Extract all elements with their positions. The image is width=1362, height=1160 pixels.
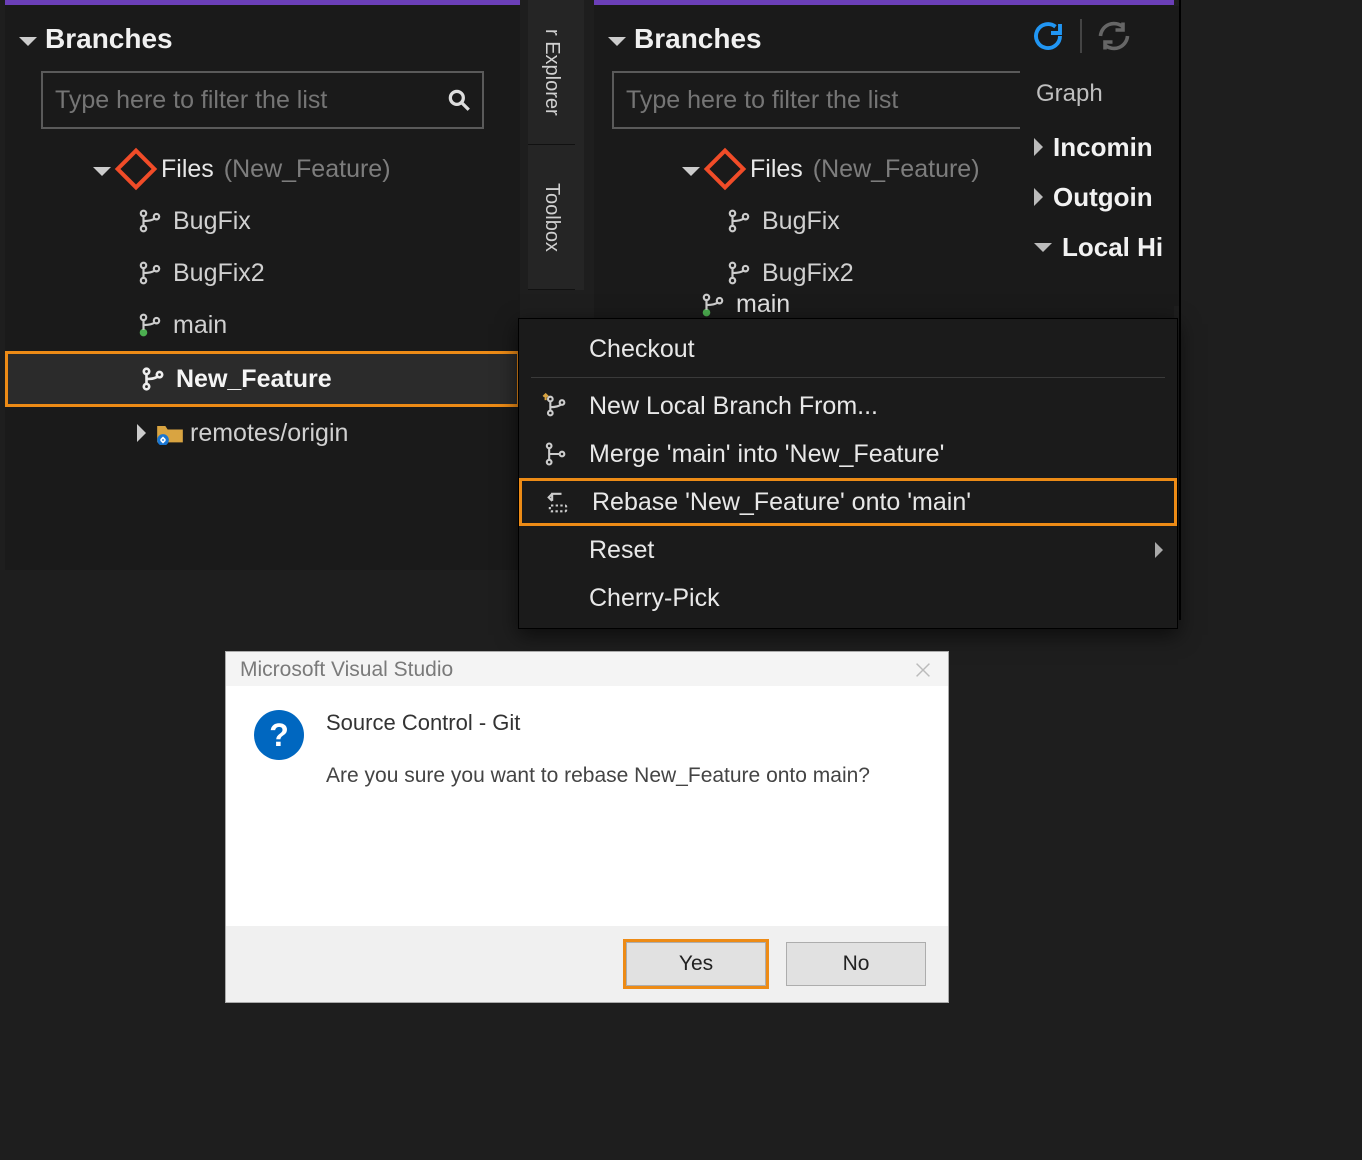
remotes-node[interactable]: remotes/origin bbox=[53, 407, 520, 459]
branches-header[interactable]: Branches bbox=[5, 5, 520, 65]
branch-label: main bbox=[173, 311, 227, 340]
repo-current-branch: (New_Feature) bbox=[813, 155, 980, 184]
branches-title: Branches bbox=[45, 23, 173, 55]
graph-label: Outgoin bbox=[1053, 182, 1153, 213]
branch-icon bbox=[726, 260, 752, 286]
branch-label: BugFix bbox=[173, 207, 251, 236]
branch-item-new-feature-selected[interactable]: New_Feature bbox=[5, 351, 520, 407]
expand-icon[interactable] bbox=[93, 167, 111, 176]
question-icon: ? bbox=[254, 710, 304, 760]
refresh-icon[interactable] bbox=[1030, 18, 1066, 54]
repo-node[interactable]: Files (New_Feature) bbox=[53, 143, 520, 195]
ctx-label: Merge 'main' into 'New_Feature' bbox=[589, 440, 944, 469]
graph-header: Graph bbox=[1034, 72, 1180, 122]
ctx-cherry-pick[interactable]: Cherry-Pick bbox=[519, 574, 1177, 622]
graph-label: Incomin bbox=[1053, 132, 1153, 163]
toolbar bbox=[1020, 6, 1180, 66]
branch-item-main[interactable]: main bbox=[53, 299, 520, 351]
remote-folder-icon bbox=[156, 421, 184, 445]
ctx-reset[interactable]: Reset bbox=[519, 526, 1177, 574]
filter-input[interactable] bbox=[53, 85, 446, 116]
merge-icon bbox=[541, 440, 569, 468]
branch-label: main bbox=[736, 290, 790, 319]
collapse-icon[interactable] bbox=[19, 37, 37, 46]
dialog-body: ? Source Control - Git Are you sure you … bbox=[226, 686, 948, 926]
graph-label: Local Hi bbox=[1062, 232, 1163, 263]
ctx-label: Reset bbox=[589, 536, 654, 565]
confirm-dialog: Microsoft Visual Studio ? Source Control… bbox=[226, 652, 948, 1002]
ctx-label: New Local Branch From... bbox=[589, 392, 878, 421]
active-indicator bbox=[80, 0, 340, 3]
branch-item-main-partial[interactable]: main bbox=[700, 290, 790, 319]
dialog-titlebar: Microsoft Visual Studio bbox=[226, 652, 948, 686]
new-branch-icon bbox=[541, 392, 569, 420]
chevron-right-icon bbox=[1034, 188, 1043, 206]
ctx-checkout[interactable]: Checkout bbox=[519, 325, 1177, 373]
ctx-new-branch[interactable]: New Local Branch From... bbox=[519, 382, 1177, 430]
filter-box[interactable] bbox=[41, 71, 484, 129]
branch-label: BugFix bbox=[762, 207, 840, 236]
ctx-label: Cherry-Pick bbox=[589, 584, 720, 613]
search-icon[interactable] bbox=[446, 87, 472, 113]
branch-label: BugFix2 bbox=[173, 259, 265, 288]
collapse-icon[interactable] bbox=[608, 37, 626, 46]
branch-label: New_Feature bbox=[176, 365, 332, 394]
context-menu: Checkout New Local Branch From... Merge … bbox=[518, 318, 1178, 629]
ctx-rebase[interactable]: Rebase 'New_Feature' onto 'main' bbox=[519, 478, 1177, 526]
graph-outgoing[interactable]: Outgoin bbox=[1034, 172, 1180, 222]
repo-name: Files bbox=[750, 155, 803, 184]
chevron-down-icon bbox=[1034, 243, 1052, 252]
expand-icon[interactable] bbox=[682, 167, 700, 176]
branch-item-bugfix[interactable]: BugFix bbox=[53, 195, 520, 247]
rebase-icon bbox=[544, 488, 572, 516]
branch-item-bugfix2[interactable]: BugFix2 bbox=[53, 247, 520, 299]
branch-icon bbox=[140, 366, 166, 392]
repo-name: Files bbox=[161, 155, 214, 184]
no-button[interactable]: No bbox=[786, 942, 926, 986]
active-indicator bbox=[614, 0, 784, 3]
branches-title: Branches bbox=[634, 23, 762, 55]
graph-localhistory[interactable]: Local Hi bbox=[1034, 222, 1180, 272]
tab-toolbox[interactable]: Toolbox bbox=[528, 145, 575, 290]
sync-icon[interactable] bbox=[1096, 18, 1132, 54]
ctx-label: Rebase 'New_Feature' onto 'main' bbox=[592, 488, 971, 517]
side-tool-tabs: r Explorer Toolbox bbox=[528, 0, 584, 290]
dialog-button-row: Yes No bbox=[226, 926, 948, 1002]
branch-tracking-icon bbox=[700, 292, 726, 318]
separator bbox=[531, 377, 1165, 378]
yes-button[interactable]: Yes bbox=[626, 942, 766, 986]
expand-icon[interactable] bbox=[137, 424, 146, 442]
branch-tracking-icon bbox=[137, 312, 163, 338]
repo-current-branch: (New_Feature) bbox=[224, 155, 391, 184]
graph-incoming[interactable]: Incomin bbox=[1034, 122, 1180, 172]
remotes-label: remotes/origin bbox=[190, 419, 348, 448]
separator bbox=[1080, 19, 1082, 53]
dialog-heading: Source Control - Git bbox=[326, 710, 870, 736]
branch-label: BugFix2 bbox=[762, 259, 854, 288]
dialog-title: Microsoft Visual Studio bbox=[240, 658, 453, 682]
branch-icon bbox=[726, 208, 752, 234]
graph-panel: Graph Incomin Outgoin Local Hi bbox=[1020, 66, 1180, 306]
git-repo-icon bbox=[704, 148, 746, 190]
dialog-message: Are you sure you want to rebase New_Feat… bbox=[326, 764, 870, 788]
branch-icon bbox=[137, 260, 163, 286]
ctx-merge[interactable]: Merge 'main' into 'New_Feature' bbox=[519, 430, 1177, 478]
git-repo-icon bbox=[115, 148, 157, 190]
branch-tree: Files (New_Feature) BugFix BugFix2 main … bbox=[5, 139, 520, 459]
submenu-arrow-icon bbox=[1155, 542, 1163, 558]
ctx-label: Checkout bbox=[589, 335, 695, 364]
branches-panel-left: Branches Files (New_Feature) BugFix BugF… bbox=[5, 0, 520, 570]
panel-edge bbox=[1179, 0, 1181, 620]
branch-icon bbox=[137, 208, 163, 234]
chevron-right-icon bbox=[1034, 138, 1043, 156]
tab-explorer[interactable]: r Explorer bbox=[528, 0, 575, 145]
close-icon[interactable] bbox=[912, 659, 934, 681]
